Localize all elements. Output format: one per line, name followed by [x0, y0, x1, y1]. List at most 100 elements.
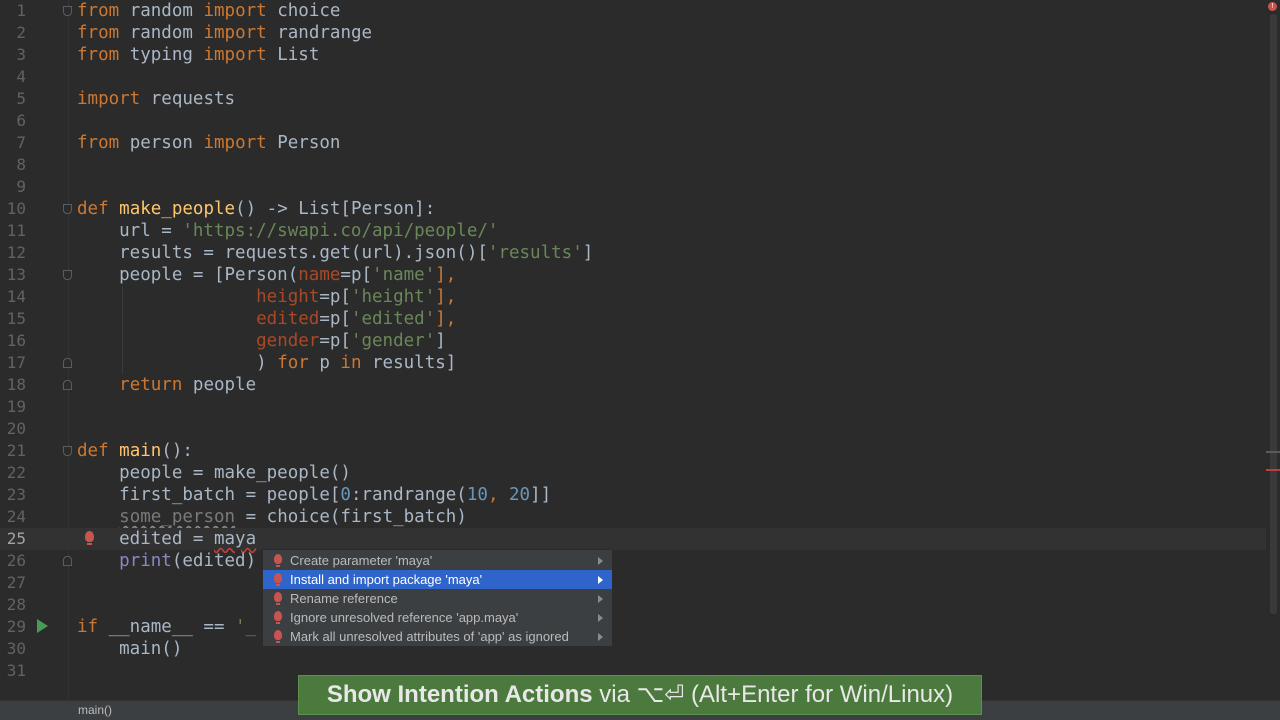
fold-marker-icon[interactable] — [63, 446, 72, 456]
run-gutter-icon[interactable] — [37, 619, 48, 633]
code-text[interactable]: def make_people() -> List[Person]: — [77, 198, 435, 220]
fold-marker-icon[interactable] — [63, 270, 72, 280]
code-token: edited = — [77, 529, 214, 549]
code-text[interactable]: print(edited) — [77, 550, 256, 572]
code-token: people — [182, 375, 257, 395]
code-line[interactable]: 27 — [0, 572, 1266, 594]
code-token: (edited) — [171, 551, 257, 571]
intention-action-label: Rename reference — [290, 591, 398, 606]
code-token: =p[ — [340, 265, 373, 285]
intention-action-item[interactable]: Install and import package 'maya' — [263, 570, 612, 589]
code-token: import — [203, 133, 267, 153]
code-line[interactable]: 15 edited=p['edited'], — [0, 308, 1266, 330]
code-text[interactable]: main() — [77, 638, 182, 660]
code-line[interactable]: 6 — [0, 110, 1266, 132]
code-text[interactable]: def main(): — [77, 440, 193, 462]
code-text[interactable]: ) for p in results] — [77, 352, 456, 374]
indent-guide — [122, 286, 123, 374]
code-token: return — [119, 375, 183, 395]
code-text[interactable]: some_person = choice(first_batch) — [77, 506, 467, 528]
code-line[interactable]: 9 — [0, 176, 1266, 198]
intention-action-item[interactable]: Create parameter 'maya' — [263, 551, 612, 570]
line-number: 17 — [6, 353, 26, 372]
code-line[interactable]: 1 from random import choice — [0, 0, 1266, 22]
code-editor[interactable]: 1 from random import choice 2 from random i… — [0, 0, 1280, 700]
line-number: 3 — [16, 45, 26, 64]
line-number: 18 — [6, 375, 26, 394]
code-text[interactable]: gender=p['gender'] — [77, 330, 446, 352]
code-line[interactable]: 5 import requests — [0, 88, 1266, 110]
code-text[interactable]: import requests — [77, 88, 235, 110]
code-token: results = requests.get(url).json()[ — [77, 243, 488, 263]
code-token: =p[ — [319, 287, 351, 307]
code-line[interactable]: 7 from person import Person — [0, 132, 1266, 154]
code-token: some_person — [119, 507, 236, 527]
breadcrumb[interactable]: main() — [78, 703, 112, 717]
code-text[interactable]: height=p['height'], — [77, 286, 456, 308]
intention-actions-popup[interactable]: Create parameter 'maya' Install and impor… — [262, 549, 613, 647]
code-text[interactable]: from person import Person — [77, 132, 340, 154]
line-number: 16 — [6, 331, 26, 350]
error-stripe-icon[interactable]: ! — [1268, 2, 1277, 11]
code-token: (): — [161, 441, 193, 461]
code-text[interactable]: from typing import List — [77, 44, 319, 66]
code-line[interactable]: 4 — [0, 66, 1266, 88]
code-line[interactable]: 29 if __name__ == '_ — [0, 616, 1266, 638]
line-number: 29 — [6, 617, 26, 636]
code-line[interactable]: 14 height=p['height'], — [0, 286, 1266, 308]
code-text[interactable]: edited = maya — [77, 528, 256, 550]
code-line[interactable]: 8 — [0, 154, 1266, 176]
code-line[interactable]: 28 — [0, 594, 1266, 616]
code-line[interactable]: 21 def main(): — [0, 440, 1266, 462]
code-token: def — [77, 441, 109, 461]
code-text[interactable]: first_batch = people[0:randrange(10, 20]… — [77, 484, 551, 506]
code-line[interactable]: 13 people = [Person(name=p['name'], — [0, 264, 1266, 286]
code-line[interactable]: 20 — [0, 418, 1266, 440]
fold-marker-icon[interactable] — [63, 358, 72, 368]
scroll-marker[interactable] — [1266, 451, 1280, 453]
code-line[interactable]: 30 main() — [0, 638, 1266, 660]
vertical-scrollbar[interactable] — [1270, 14, 1277, 614]
code-text[interactable]: edited=p['edited'], — [77, 308, 456, 330]
fold-marker-icon[interactable] — [63, 6, 72, 16]
code-line[interactable]: 19 — [0, 396, 1266, 418]
code-text[interactable]: url = 'https://swapi.co/api/people/' — [77, 220, 498, 242]
code-line[interactable]: 22 people = make_people() — [0, 462, 1266, 484]
code-text[interactable]: people = [Person(name=p['name'], — [77, 264, 456, 286]
code-line[interactable]: 26 print(edited) — [0, 550, 1266, 572]
lightbulb-error-icon — [274, 630, 282, 643]
code-text[interactable]: results = requests.get(url).json()['resu… — [77, 242, 593, 264]
code-text[interactable]: return people — [77, 374, 256, 396]
code-line[interactable]: 17 ) for p in results] — [0, 352, 1266, 374]
code-line[interactable]: 25 edited = maya — [0, 528, 1266, 550]
lightbulb-error-icon[interactable] — [85, 531, 94, 545]
code-text[interactable]: from random import randrange — [77, 22, 372, 44]
line-number: 21 — [6, 441, 26, 460]
code-token: from — [77, 23, 120, 43]
code-line[interactable]: 11 url = 'https://swapi.co/api/people/' — [0, 220, 1266, 242]
code-token: results] — [361, 353, 457, 373]
code-text[interactable]: from random import choice — [77, 0, 340, 22]
code-line[interactable]: 12 results = requests.get(url).json()['r… — [0, 242, 1266, 264]
code-token: '_ — [235, 617, 257, 637]
code-line[interactable]: 16 gender=p['gender'] — [0, 330, 1266, 352]
code-line[interactable]: 10 def make_people() -> List[Person]: — [0, 198, 1266, 220]
intention-action-item[interactable]: Rename reference — [263, 589, 612, 608]
fold-marker-icon[interactable] — [63, 556, 72, 566]
code-line[interactable]: 23 first_batch = people[0:randrange(10, … — [0, 484, 1266, 506]
intention-action-item[interactable]: Ignore unresolved reference 'app.maya' — [263, 608, 612, 627]
code-text[interactable]: people = make_people() — [77, 462, 351, 484]
error-scroll-marker[interactable] — [1266, 469, 1280, 471]
code-line[interactable]: 18 return people — [0, 374, 1266, 396]
fold-marker-icon[interactable] — [63, 204, 72, 214]
code-line[interactable]: 3 from typing import List — [0, 44, 1266, 66]
code-line[interactable]: 2 from random import randrange — [0, 22, 1266, 44]
intention-action-label: Ignore unresolved reference 'app.maya' — [290, 610, 519, 625]
code-line[interactable]: 24 some_person = choice(first_batch) — [0, 506, 1266, 528]
fold-marker-icon[interactable] — [63, 380, 72, 390]
intention-action-item[interactable]: Mark all unresolved attributes of 'app' … — [263, 627, 612, 646]
code-text[interactable]: if __name__ == '_ — [77, 616, 256, 638]
